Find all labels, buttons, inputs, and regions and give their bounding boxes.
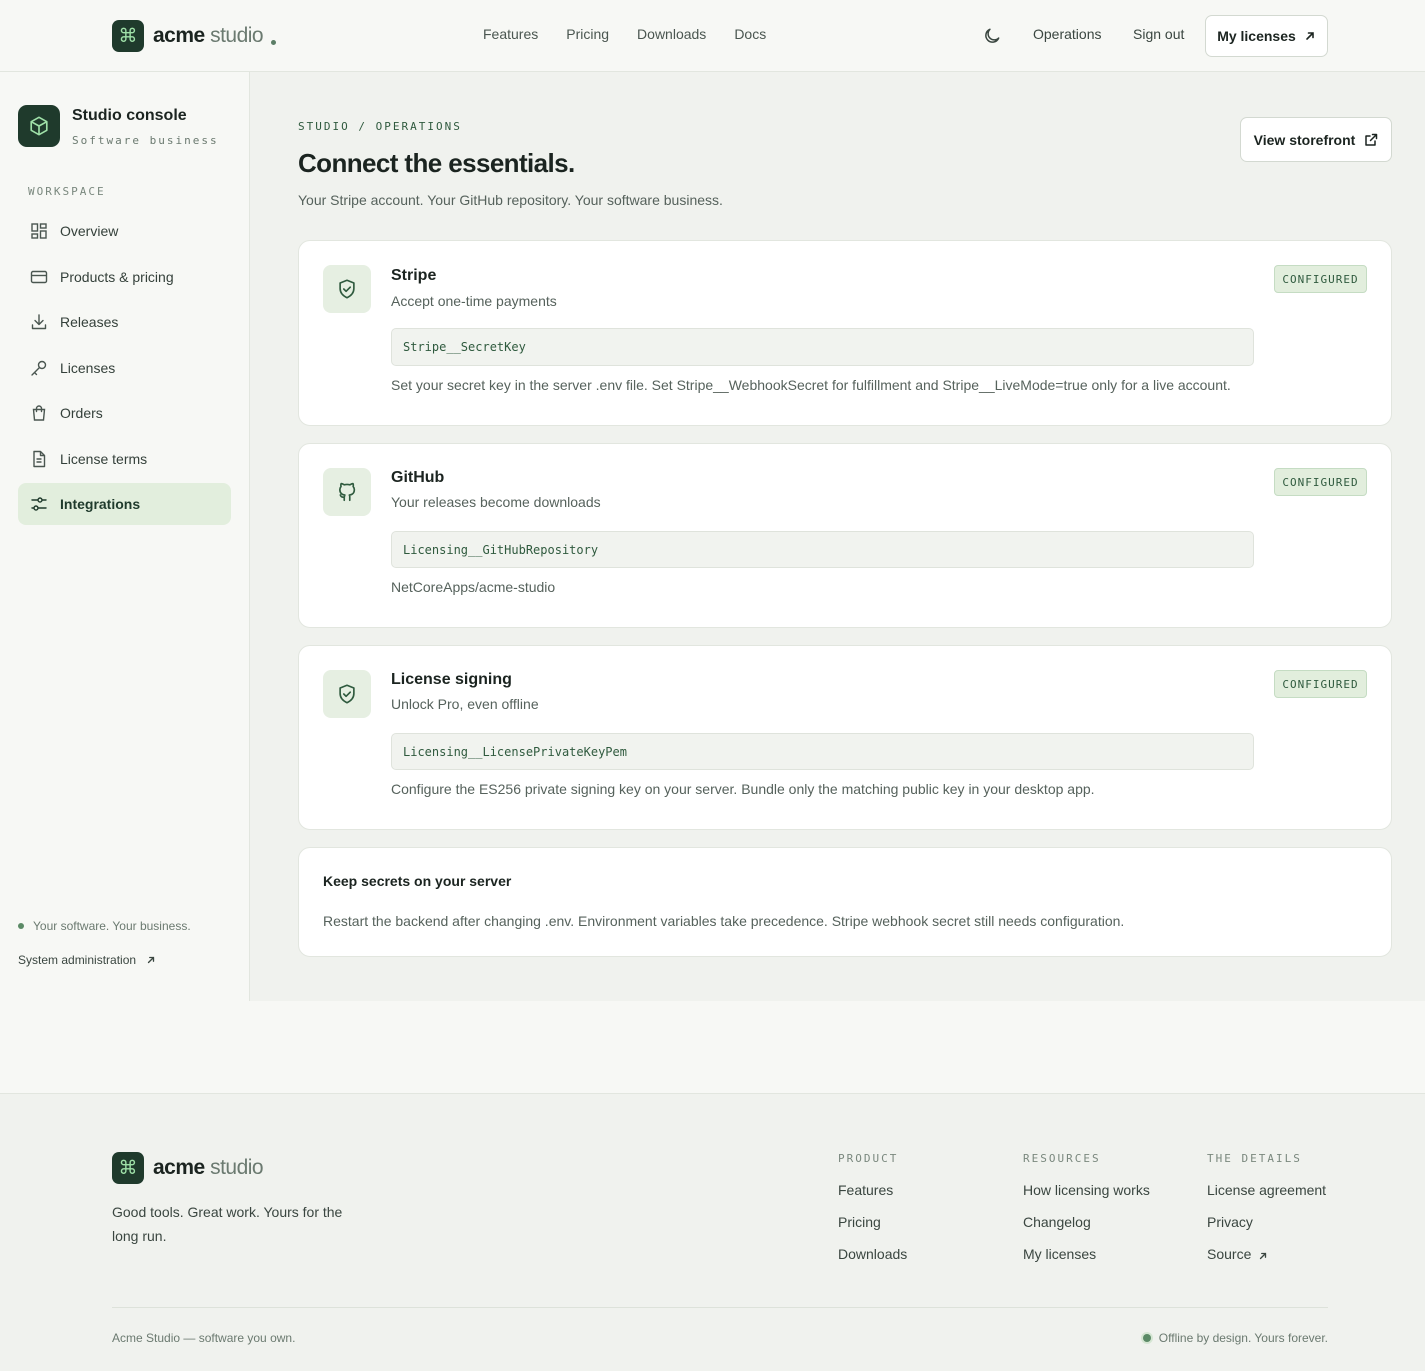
card-note: Configure the ES256 private signing key … (391, 781, 1095, 797)
card-description: Unlock Pro, even offline (391, 696, 539, 712)
card-description: Your releases become downloads (391, 494, 601, 510)
sidebar-item-orders[interactable]: Orders (18, 392, 231, 434)
arrow-up-right-icon (1305, 32, 1314, 40)
top-navigation: ⌘ acme studio Features Pricing Downloads… (0, 0, 1425, 72)
footer-link-downloads[interactable]: Downloads (838, 1246, 907, 1278)
key-icon (31, 360, 47, 376)
sliders-icon (31, 497, 47, 511)
brand-dot (271, 39, 277, 45)
footer-link-license-agreement[interactable]: License agreement (1207, 1182, 1326, 1214)
nav-operations[interactable]: Operations (1033, 26, 1101, 42)
footer-link-my-licenses[interactable]: My licenses (1023, 1246, 1150, 1278)
card-title: GitHub (391, 469, 445, 486)
nav-link-docs[interactable]: Docs (734, 26, 766, 42)
footer-column-details: THE DETAILS License agreement Privacy So… (1207, 1152, 1326, 1278)
main-nav: Features Pricing Downloads Docs (483, 26, 766, 42)
github-icon (323, 468, 371, 516)
command-logo-icon: ⌘ (112, 20, 144, 52)
status-dot (18, 923, 24, 929)
external-link-icon (1365, 133, 1378, 146)
footer-link-changelog[interactable]: Changelog (1023, 1214, 1150, 1246)
footer-link-privacy[interactable]: Privacy (1207, 1214, 1326, 1246)
document-icon (33, 450, 46, 468)
brand-name: acme studio (153, 1156, 264, 1179)
card-title: License signing (391, 671, 512, 688)
footer-status: Offline by design. Yours forever. (1142, 1331, 1328, 1345)
brand-logo[interactable]: ⌘ acme studio (112, 20, 277, 52)
footer-tagline: Good tools. Great work. Yours for the lo… (112, 1204, 343, 1244)
my-licenses-label: My licenses (1217, 28, 1296, 44)
sidebar-item-license-terms[interactable]: License terms (18, 438, 231, 480)
tip-text: Restart the backend after changing .env.… (323, 913, 1125, 929)
env-key-field[interactable]: Licensing__GitHubRepository (391, 531, 1254, 568)
card-note: NetCoreApps/acme-studio (391, 579, 556, 595)
sidebar: Studio console Software business WORKSPA… (0, 72, 250, 1001)
footer-link-how-licensing-works[interactable]: How licensing works (1023, 1182, 1150, 1214)
footer-copyright: Acme Studio — software you own. (112, 1331, 296, 1345)
nav-link-pricing[interactable]: Pricing (566, 26, 609, 42)
command-logo-icon: ⌘ (112, 1152, 144, 1184)
console-title: Studio console (72, 107, 187, 124)
moon-icon[interactable] (982, 26, 1002, 46)
footer-column-product: PRODUCT Features Pricing Downloads (838, 1152, 907, 1278)
arrow-up-right-icon (147, 956, 155, 964)
footer-heading: PRODUCT (838, 1152, 899, 1165)
sidebar-item-licenses[interactable]: Licenses (18, 347, 231, 389)
footer-link-pricing[interactable]: Pricing (838, 1214, 907, 1246)
status-dot (1142, 1334, 1151, 1342)
footer-link-features[interactable]: Features (838, 1182, 907, 1214)
view-storefront-button[interactable]: View storefront (1240, 117, 1392, 162)
footer-heading: THE DETAILS (1207, 1152, 1302, 1165)
card-description: Accept one-time payments (391, 293, 557, 309)
footer-spacer (0, 1001, 1425, 1093)
card-icon (30, 270, 48, 284)
my-licenses-button[interactable]: My licenses (1205, 15, 1328, 57)
nav-link-downloads[interactable]: Downloads (637, 26, 706, 42)
sign-out-link[interactable]: Sign out (1133, 26, 1184, 42)
sidebar-item-products-pricing[interactable]: Products & pricing (18, 256, 231, 298)
integration-card-stripe: Stripe Accept one-time payments Stripe__… (298, 240, 1392, 426)
page-subtitle: Your Stripe account. Your GitHub reposit… (298, 192, 723, 208)
system-administration-link[interactable]: System administration (18, 953, 156, 967)
nav-link-features[interactable]: Features (483, 26, 538, 42)
env-key-field[interactable]: Licensing__LicensePrivateKeyPem (391, 733, 1254, 770)
footer-heading: RESOURCES (1023, 1152, 1101, 1165)
card-note: Set your secret key in the server .env f… (391, 377, 1231, 393)
footer-brand-logo[interactable]: ⌘ acme studio (112, 1152, 264, 1184)
integration-card-license-signing: License signing Unlock Pro, even offline… (298, 645, 1392, 830)
console-subtitle: Software business (72, 134, 219, 147)
site-footer: ⌘ acme studio Good tools. Great work. Yo… (0, 1093, 1425, 1371)
status-badge: CONFIGURED (1274, 670, 1367, 698)
sidebar-item-overview[interactable]: Overview (18, 210, 231, 252)
brand-name: acme studio (153, 24, 264, 47)
cube-icon (18, 105, 60, 147)
shield-check-icon (323, 670, 371, 718)
status-badge: CONFIGURED (1274, 265, 1367, 293)
sidebar-item-releases[interactable]: Releases (18, 301, 231, 343)
arrow-up-right-icon (1260, 1252, 1267, 1260)
shield-check-icon (323, 265, 371, 313)
sidebar-tagline: Your software. Your business. (18, 919, 191, 933)
integration-card-github: GitHub Your releases become downloads Li… (298, 443, 1392, 628)
bag-icon (32, 405, 46, 421)
footer-link-source[interactable]: Source (1207, 1246, 1326, 1278)
download-icon (31, 314, 47, 330)
tip-title: Keep secrets on your server (323, 873, 512, 889)
status-badge: CONFIGURED (1274, 468, 1367, 496)
workspace-label: WORKSPACE (28, 185, 106, 198)
env-key-field[interactable]: Stripe__SecretKey (391, 328, 1254, 366)
page-title: Connect the essentials. (298, 148, 575, 178)
breadcrumb: STUDIO / OPERATIONS (298, 120, 462, 133)
card-title: Stripe (391, 267, 437, 284)
grid-icon (31, 223, 47, 239)
secrets-tip-card: Keep secrets on your server Restart the … (298, 847, 1392, 957)
sidebar-item-integrations[interactable]: Integrations (18, 483, 231, 525)
footer-column-resources: RESOURCES How licensing works Changelog … (1023, 1152, 1150, 1278)
footer-divider (112, 1307, 1328, 1308)
